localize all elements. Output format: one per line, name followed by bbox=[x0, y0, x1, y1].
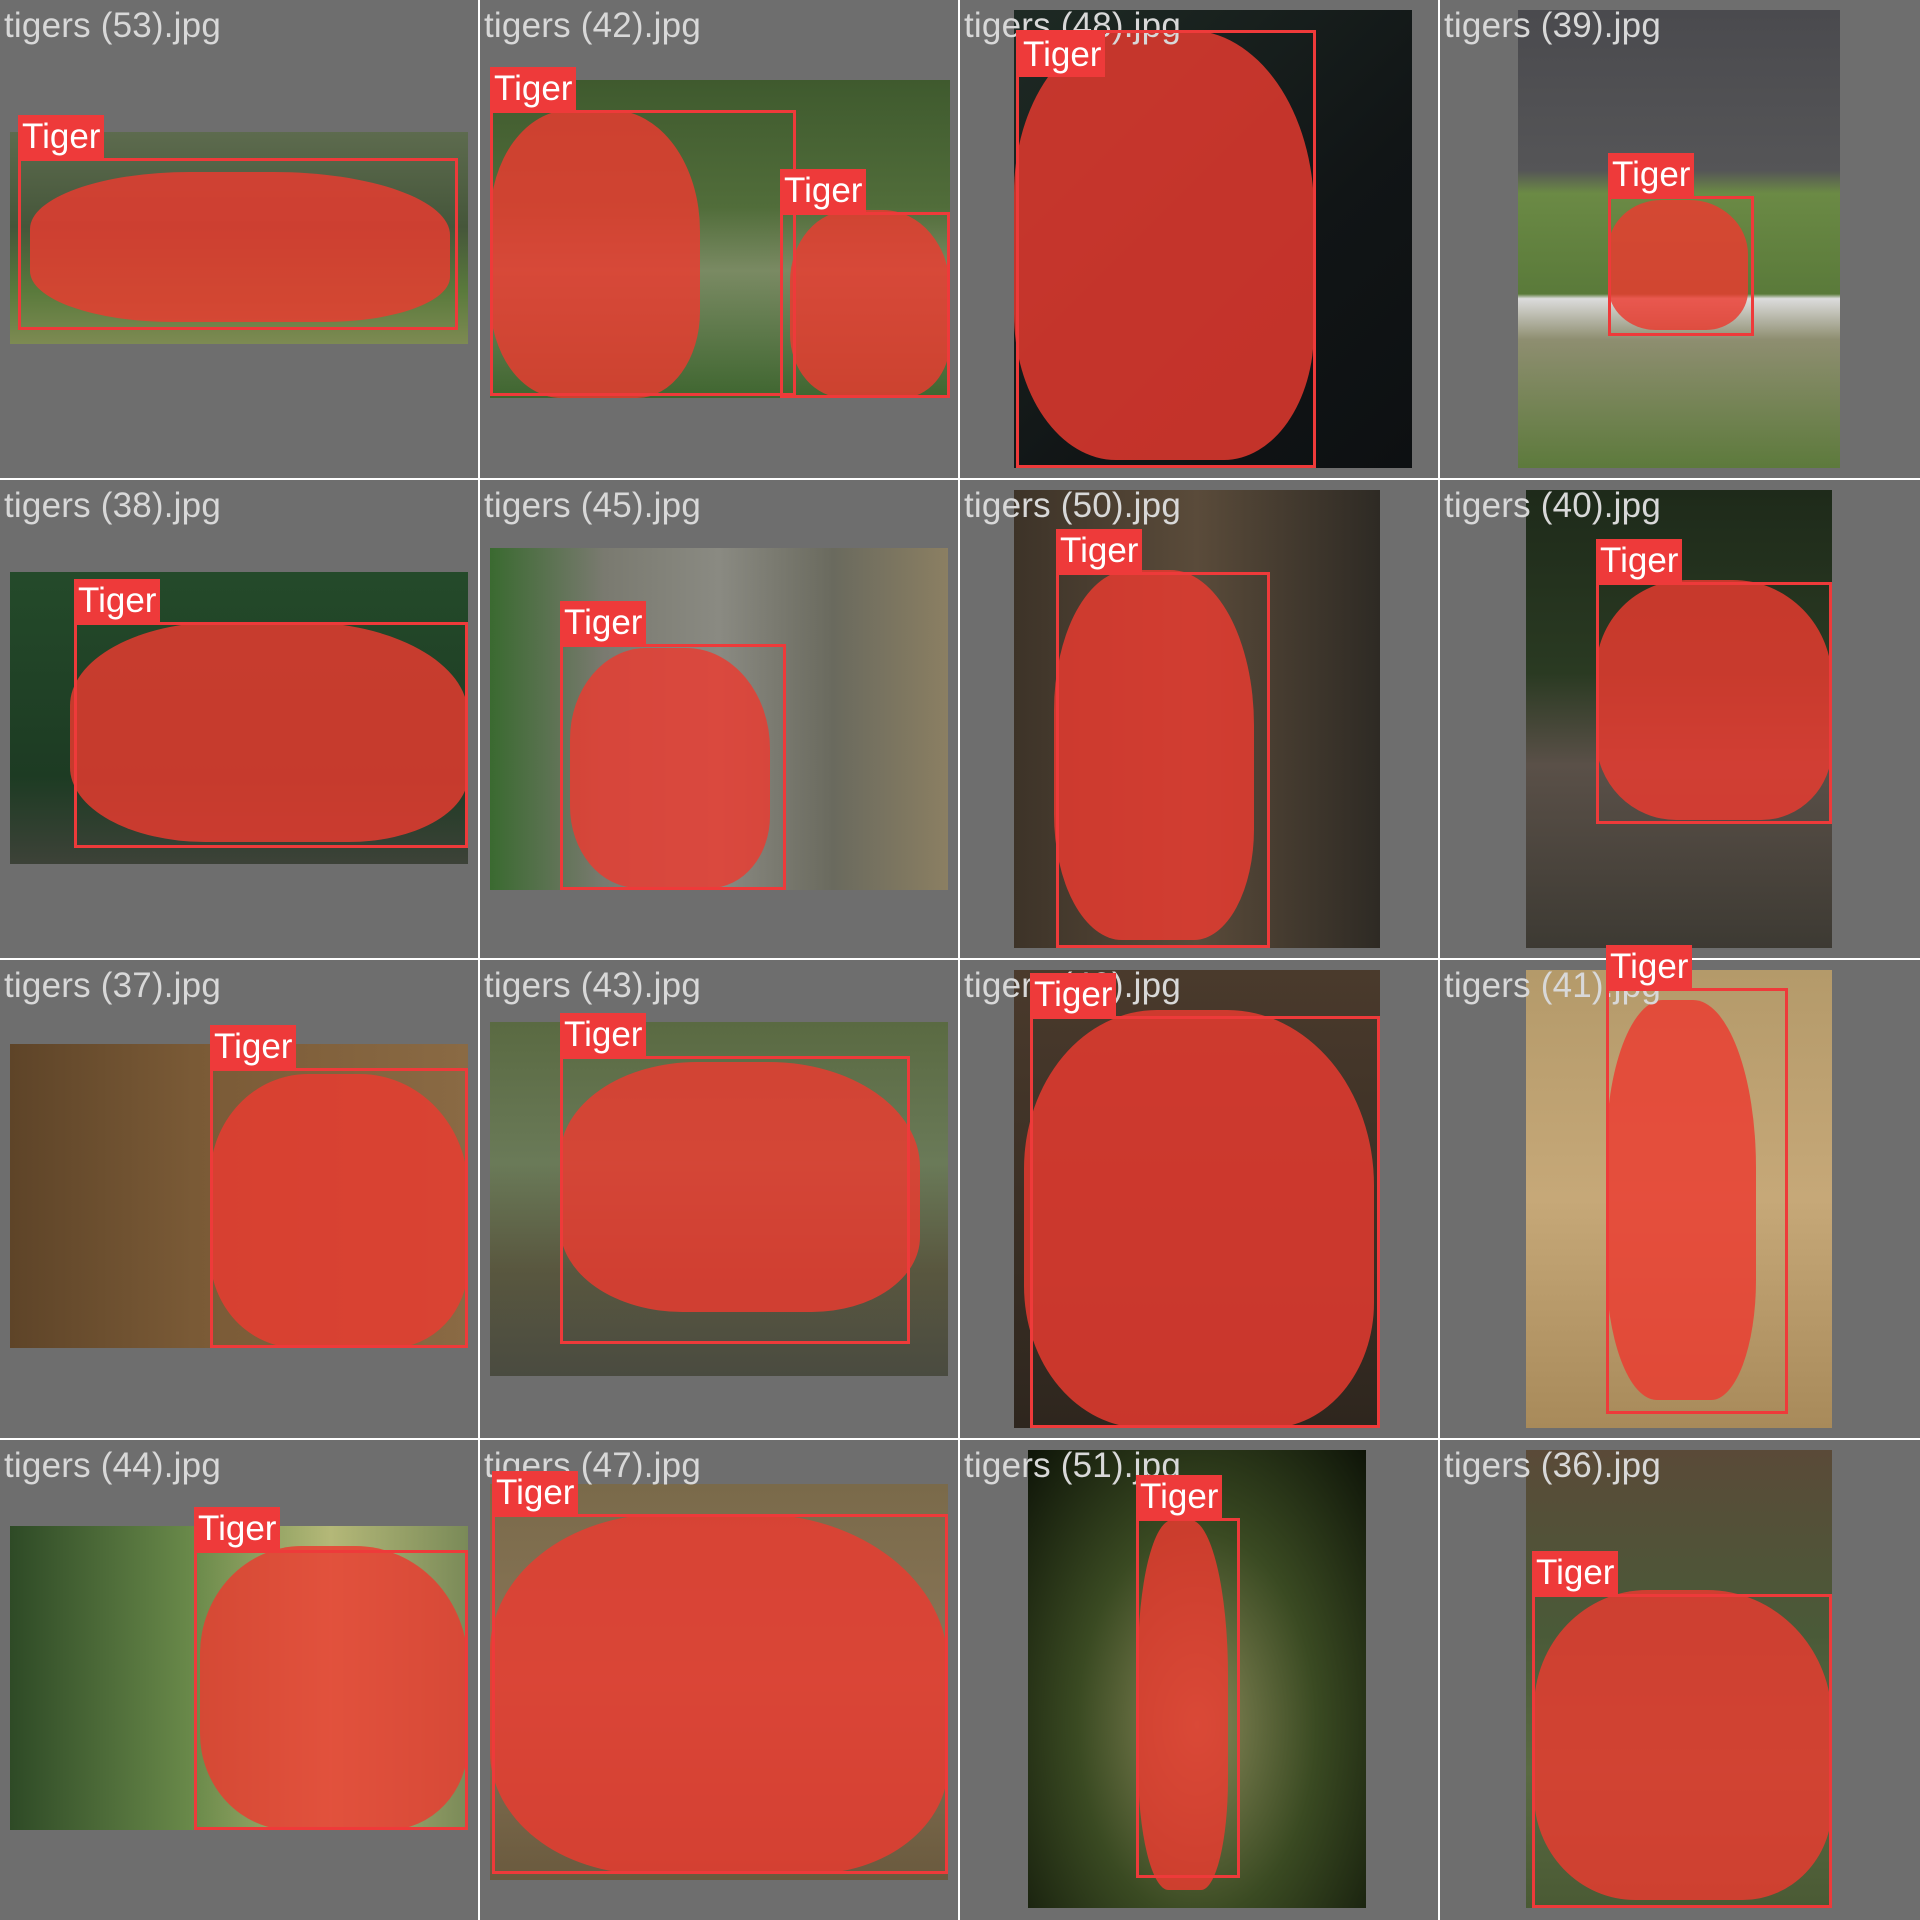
class-label: Tiger bbox=[560, 1013, 647, 1057]
tile: tigers (47).jpg Tiger bbox=[480, 1440, 960, 1920]
class-label: Tiger bbox=[490, 67, 577, 111]
bounding-box: Tiger bbox=[210, 1025, 468, 1348]
tile: tigers (38).jpg Tiger bbox=[0, 480, 480, 960]
tile-filename: tigers (37).jpg bbox=[4, 966, 221, 1005]
bounding-box: Tiger bbox=[1030, 973, 1380, 1428]
class-label: Tiger bbox=[194, 1507, 281, 1551]
class-label: Tiger bbox=[780, 169, 867, 213]
bounding-box: Tiger bbox=[1606, 945, 1788, 1414]
class-label: Tiger bbox=[18, 115, 105, 159]
prediction-grid: tigers (53).jpg Tiger tigers (42).jpg Ti… bbox=[0, 0, 1920, 1920]
tile: tigers (42).jpg Tiger Tiger bbox=[480, 0, 960, 480]
class-label: Tiger bbox=[1030, 973, 1117, 1017]
tile-filename: tigers (36).jpg bbox=[1444, 1446, 1661, 1485]
tile-filename: tigers (44).jpg bbox=[4, 1446, 221, 1485]
bounding-box: Tiger bbox=[492, 1471, 948, 1874]
tile: tigers (53).jpg Tiger bbox=[0, 0, 480, 480]
tile: tigers (50).jpg Tiger bbox=[960, 480, 1440, 960]
class-label: Tiger bbox=[74, 579, 161, 623]
tile-filename: tigers (42).jpg bbox=[484, 6, 701, 45]
bounding-box: Tiger bbox=[560, 1013, 910, 1344]
bounding-box: Tiger bbox=[18, 115, 458, 330]
tile-filename: tigers (45).jpg bbox=[484, 486, 701, 525]
bounding-box: Tiger bbox=[1056, 529, 1270, 948]
bounding-box: Tiger bbox=[1136, 1475, 1240, 1878]
bounding-box: Tiger bbox=[1016, 30, 1316, 468]
tile-filename: tigers (40).jpg bbox=[1444, 486, 1661, 525]
bounding-box: Tiger bbox=[780, 169, 950, 398]
class-label: Tiger bbox=[1608, 153, 1695, 197]
class-label: Tiger bbox=[1056, 529, 1143, 573]
tile-filename: tigers (39).jpg bbox=[1444, 6, 1661, 45]
tile: tigers (41).jpg Tiger bbox=[1440, 945, 1920, 1440]
bounding-box: Tiger bbox=[194, 1507, 468, 1830]
tile: tigers (51).jpg Tiger bbox=[960, 1440, 1440, 1920]
tile: tigers (40).jpg Tiger bbox=[1440, 480, 1920, 960]
tile: tigers (45).jpg Tiger bbox=[480, 480, 960, 960]
class-label: Tiger bbox=[492, 1471, 579, 1515]
bounding-box: Tiger bbox=[490, 67, 796, 396]
tile-filename: tigers (50).jpg bbox=[964, 486, 1181, 525]
tile-filename: tigers (43).jpg bbox=[484, 966, 701, 1005]
bounding-box: Tiger bbox=[1608, 153, 1754, 336]
bounding-box: Tiger bbox=[74, 579, 468, 848]
class-label: Tiger bbox=[1136, 1475, 1223, 1519]
tile: tigers (36).jpg Tiger bbox=[1440, 1440, 1920, 1920]
bounding-box: Tiger bbox=[1596, 539, 1832, 824]
tile: tigers (37).jpg Tiger bbox=[0, 960, 480, 1440]
tile: tigers (48).jpg Tiger bbox=[960, 0, 1440, 480]
tile: tigers (39).jpg Tiger bbox=[1440, 0, 1920, 480]
tile-filename: tigers (38).jpg bbox=[4, 486, 221, 525]
tile-filename: tigers (53).jpg bbox=[4, 6, 221, 45]
tile: tigers (43).jpg Tiger bbox=[480, 960, 960, 1440]
class-label: Tiger bbox=[560, 601, 647, 645]
tile: tigers (44).jpg Tiger bbox=[0, 1440, 480, 1920]
bounding-box: Tiger bbox=[560, 601, 786, 890]
bounding-box: Tiger bbox=[1532, 1551, 1832, 1908]
class-label: Tiger bbox=[210, 1025, 297, 1069]
class-label: Tiger bbox=[1606, 945, 1693, 989]
class-label: Tiger bbox=[1019, 33, 1106, 77]
tile: tigers (49).jpg Tiger bbox=[960, 960, 1440, 1440]
class-label: Tiger bbox=[1596, 539, 1683, 583]
class-label: Tiger bbox=[1532, 1551, 1619, 1595]
